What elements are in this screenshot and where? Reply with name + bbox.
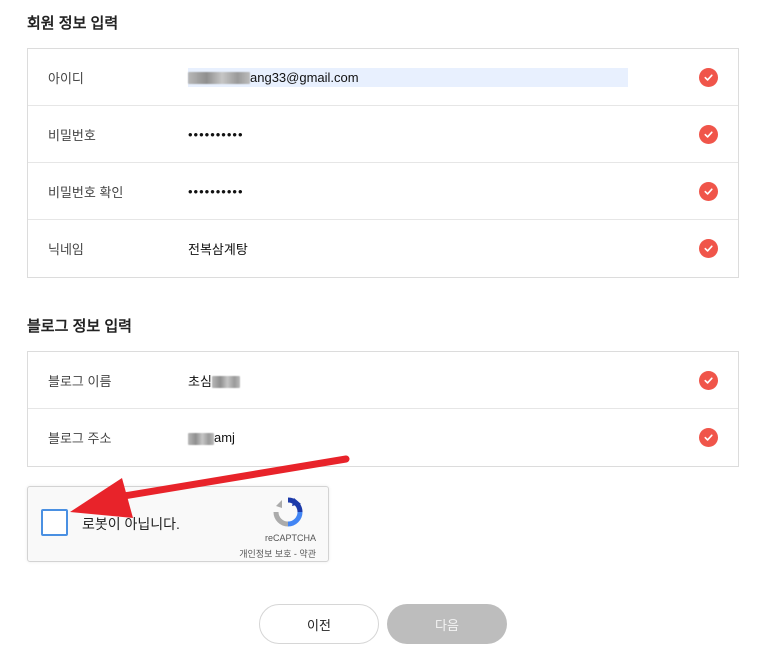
blog-address-field[interactable]: amj bbox=[188, 430, 235, 445]
check-icon bbox=[699, 239, 718, 258]
password-row: 비밀번호 •••••••••• bbox=[28, 106, 738, 163]
blog-info-card: 블로그 이름 초심 블로그 주소 amj bbox=[27, 351, 739, 467]
blog-address-value: amj bbox=[214, 430, 235, 445]
member-section-title: 회원 정보 입력 bbox=[27, 15, 119, 32]
recaptcha-links[interactable]: 개인정보 보호 - 약관 bbox=[239, 547, 316, 560]
password-label: 비밀번호 bbox=[48, 127, 96, 143]
recaptcha-widget: 로봇이 아닙니다. reCAPTCHA 개인정보 보호 - 약관 bbox=[27, 486, 329, 562]
password-confirm-row: 비밀번호 확인 •••••••••• bbox=[28, 163, 738, 220]
blog-name-value: 초심 bbox=[188, 373, 212, 389]
check-icon bbox=[699, 182, 718, 201]
blog-name-field[interactable]: 초심 bbox=[188, 371, 240, 390]
member-info-card: 아이디 ang33@gmail.com 비밀번호 •••••••••• 비밀번호… bbox=[27, 48, 739, 278]
id-field[interactable]: ang33@gmail.com bbox=[188, 67, 628, 87]
recaptcha-logo-icon bbox=[273, 497, 303, 527]
check-icon bbox=[699, 371, 718, 390]
id-row: 아이디 ang33@gmail.com bbox=[28, 49, 738, 106]
blurred-text bbox=[188, 72, 250, 85]
blog-address-row: 블로그 주소 amj bbox=[28, 409, 738, 466]
recaptcha-label: 로봇이 아닙니다. bbox=[82, 516, 180, 532]
check-icon bbox=[699, 428, 718, 447]
nickname-row: 닉네임 전복삼계탕 bbox=[28, 220, 738, 277]
id-value: ang33@gmail.com bbox=[250, 69, 359, 85]
id-label: 아이디 bbox=[48, 70, 84, 86]
blurred-text bbox=[211, 376, 240, 389]
password-confirm-label: 비밀번호 확인 bbox=[48, 184, 124, 200]
check-icon bbox=[699, 68, 718, 87]
blurred-text bbox=[188, 432, 214, 445]
next-button[interactable]: 다음 bbox=[387, 604, 507, 644]
recaptcha-brand: reCAPTCHA bbox=[264, 533, 316, 543]
password-confirm-field[interactable]: •••••••••• bbox=[188, 184, 244, 199]
prev-button[interactable]: 이전 bbox=[259, 604, 379, 644]
blog-address-label: 블로그 주소 bbox=[48, 431, 112, 446]
recaptcha-checkbox[interactable] bbox=[41, 509, 68, 536]
check-icon bbox=[699, 125, 718, 144]
blog-name-label: 블로그 이름 bbox=[48, 373, 112, 389]
blog-name-row: 블로그 이름 초심 bbox=[28, 352, 738, 409]
blog-section-title: 블로그 정보 입력 bbox=[27, 318, 132, 335]
nickname-field[interactable]: 전복삼계탕 bbox=[188, 239, 248, 258]
password-field[interactable]: •••••••••• bbox=[188, 127, 244, 142]
nickname-label: 닉네임 bbox=[48, 242, 84, 257]
